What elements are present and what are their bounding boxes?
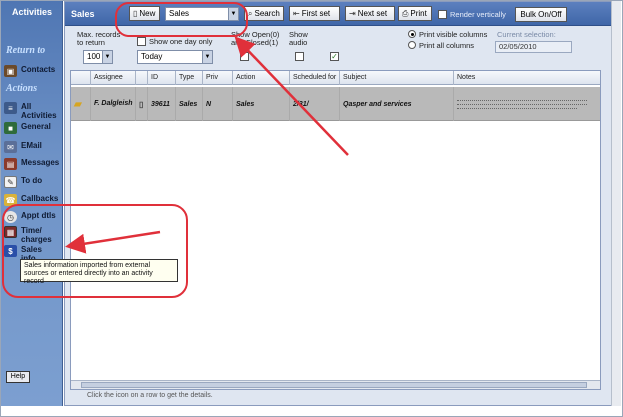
page-title: Sales — [71, 9, 95, 19]
next-set-button[interactable]: ⇥ Next set — [345, 6, 395, 21]
table-row[interactable]: ▰ F. Dalgleish ▯ 39611 Sales N Sales 2/3… — [71, 87, 600, 121]
first-set-label: First set — [301, 9, 331, 18]
cell-subject: Qasper and services — [339, 87, 453, 121]
actions-heading: Actions — [6, 83, 38, 94]
general-icon: ■ — [4, 122, 17, 134]
sidebar-item-label: To do — [21, 176, 43, 185]
max-records-select[interactable]: 100 ▼ — [83, 50, 113, 64]
print-visible-radio[interactable] — [408, 30, 416, 38]
column-header[interactable]: Subject — [339, 71, 453, 85]
sidebar-item-label: General — [21, 122, 51, 131]
day-value: Today — [141, 52, 163, 61]
sidebar-item-email[interactable]: ✉ EMail — [4, 141, 62, 153]
bulk-toggle-button[interactable]: Bulk On/Off — [515, 7, 567, 22]
first-set-button[interactable]: ⇤ First set — [289, 6, 340, 21]
render-vertically-checkbox[interactable] — [438, 10, 447, 19]
cell-type: Sales — [175, 87, 202, 121]
sidebar-item-label: Contacts — [21, 65, 56, 74]
cell-action: Sales — [232, 87, 289, 121]
vertical-scrollbar[interactable] — [611, 1, 621, 406]
cell-scheduled: 2/31/ — [289, 87, 339, 121]
all-activities-icon: ≡ — [4, 102, 17, 114]
sidebar-item-messages[interactable]: ▤ Messages — [4, 158, 62, 170]
todo-icon: ✎ — [4, 176, 17, 188]
first-set-icon: ⇤ — [293, 9, 300, 18]
print-label: Print — [410, 9, 427, 18]
sidebar-title: Activities — [11, 7, 53, 17]
sidebar-item-label: Messages — [21, 158, 60, 167]
messages-icon: ▤ — [4, 158, 17, 170]
column-header[interactable]: Action — [232, 71, 289, 85]
sidebar-item-todo[interactable]: ✎ To do — [4, 176, 62, 188]
show-audio-checkbox[interactable] — [295, 52, 304, 61]
toolbar-highlight-oval — [115, 2, 248, 37]
cell-id: 39611 — [147, 87, 175, 121]
scrollbar-thumb[interactable] — [81, 382, 587, 388]
open-closed-checkbox[interactable] — [240, 52, 249, 61]
printer-icon: ⎙ — [402, 9, 409, 18]
attachment-icon[interactable]: ▯ — [135, 87, 147, 121]
next-set-label: Next set — [357, 9, 388, 18]
search-button-label: Search — [254, 9, 280, 18]
email-icon: ✉ — [4, 141, 17, 153]
column-header[interactable]: Assignee — [90, 71, 135, 85]
one-day-checkbox[interactable] — [137, 37, 146, 46]
show-audio-label: Show audio — [289, 30, 308, 47]
search-button[interactable]: ⌕ Search — [244, 6, 284, 21]
search-icon: ⌕ — [248, 9, 253, 18]
current-selection-field[interactable]: 02/05/2010 — [495, 41, 572, 53]
folder-icon[interactable]: ▰ — [71, 87, 90, 121]
chevron-down-icon: ▼ — [102, 51, 112, 63]
cell-priv: N — [202, 87, 232, 121]
table-header: Assignee ID Type Priv Action Scheduled f… — [71, 71, 600, 85]
day-select[interactable]: Today ▼ — [137, 50, 213, 64]
print-all-radio[interactable] — [408, 41, 416, 49]
sidebar-highlight-oval — [2, 204, 188, 298]
horizontal-scrollbar[interactable] — [71, 380, 600, 389]
sidebar-item-general[interactable]: ■ General — [4, 122, 62, 134]
print-visible-label: Print visible columns — [419, 30, 488, 39]
column-header[interactable]: Notes — [453, 71, 600, 85]
column-header[interactable]: ID — [147, 71, 175, 85]
column-header[interactable]: Priv — [202, 71, 232, 85]
sidebar-item-all-activities[interactable]: ≡ All Activities — [4, 102, 62, 120]
one-day-label: Show one day only — [149, 37, 213, 46]
chevron-down-icon: ▼ — [202, 51, 212, 63]
contacts-icon: ▣ — [4, 65, 17, 77]
print-all-label: Print all columns — [419, 41, 475, 50]
column-header-attach[interactable] — [135, 71, 147, 85]
cell-notes — [453, 87, 600, 121]
column-header[interactable]: Type — [175, 71, 202, 85]
extra-checkbox-checked[interactable]: ✓ — [330, 52, 339, 61]
column-header[interactable]: Scheduled for — [289, 71, 339, 85]
table-footnote: Click the icon on a row to get the detai… — [87, 392, 213, 399]
max-records-value: 100 — [87, 52, 101, 61]
cell-assignee: F. Dalgleish — [90, 87, 135, 121]
sidebar-item-label: Callbacks — [21, 194, 59, 203]
column-header-icon — [71, 71, 90, 85]
sidebar-item-label: EMail — [21, 141, 42, 150]
sidebar-item-label: All Activities — [21, 102, 57, 120]
next-set-icon: ⇥ — [349, 9, 356, 18]
current-selection-label: Current selection: — [497, 30, 556, 39]
return-to-heading: Return to — [6, 45, 46, 56]
render-vertically-label: Render vertically — [450, 10, 506, 19]
sidebar-item-contacts[interactable]: ▣ Contacts — [4, 65, 62, 77]
help-button[interactable]: Help — [6, 371, 30, 383]
print-button[interactable]: ⎙ Print — [398, 6, 432, 21]
